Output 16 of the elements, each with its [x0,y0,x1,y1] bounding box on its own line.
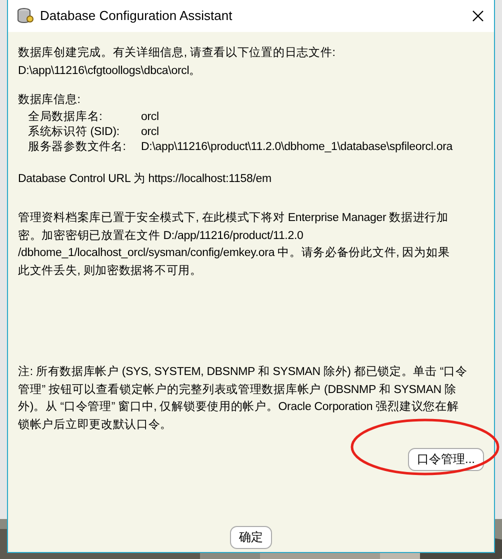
log-message: 数据库创建完成。有关详细信息, 请查看以下位置的日志文件: D:\app\11216\cfgtoollogs\dbca\orcl。 [18,45,336,78]
window-title: Database Configuration Assistant [40,7,234,26]
ok-button[interactable]: 确定 [230,526,272,549]
field-label: 全局数据库名: [28,110,104,124]
field-value: D:\app\11216\product\11.2.0\dbhome_1\database\spfileorcl.ora [141,140,453,154]
encryption-message: 管理资料档案库已置于安全模式下, 在此模式下将对 Enterprise Manager 数据进行加 密。加密密钥已放置在文件 D:/app/11216/product/11.2.0 /dbhome_1/localhost_orcl/sysman/config/emkey.ora 中。请务必备份此文件, 因为如果 此文件丢失, 则加密数据将不可用。 [18,210,450,278]
close-icon[interactable] [472,10,484,22]
field-value: orcl [141,124,160,140]
field-label: 系统标识符 (SID): [28,124,120,140]
password-management-button[interactable]: 口令管理... [408,448,484,471]
field-label: 服务器参数文件名: [28,140,127,154]
url-message: Database Control URL 为 https://localhost:1158/em [18,172,272,186]
database-icon [16,7,34,25]
field-value: orcl [141,110,160,124]
note-message: 注: 所有数据库帐户 (SYS, SYSTEM, DBSNMP 和 SYSMAN 除外) 都已锁定。单击 “口令 管理” 按钮可以查看锁定帐户的完整列表或管理数据库帐户 (DBSNMP 和 SYSMAN 除 外)。从 “口令管理” 窗口中, 仅解锁要使用的帐户。Oracle Corporation 强烈建议您在解 锁帐户后立即更改默认口令。 [18,364,468,432]
section-heading: 数据库信息: [18,92,82,108]
